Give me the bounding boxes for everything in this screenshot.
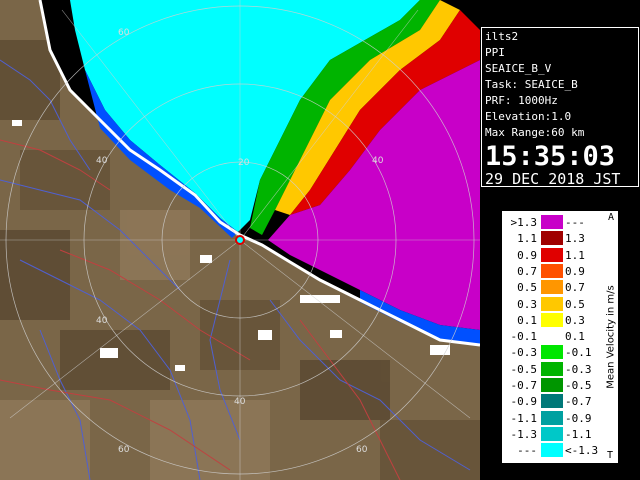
legend-left-value: -0.3 xyxy=(510,346,538,360)
max-range-value: Max Range:60 km xyxy=(485,126,585,139)
legend-left-value: -0.5 xyxy=(510,362,538,376)
scan-info-panel: ilts2 PPI SEAICE_B_V Task: SEAICE_B PRF:… xyxy=(481,27,639,187)
ring-label: 60 xyxy=(118,445,130,455)
legend-right-value: -0.7 xyxy=(565,395,592,409)
legend-right-value: 1.3 xyxy=(565,232,585,246)
legend-color-swatch xyxy=(541,426,563,441)
legend-color-swatch xyxy=(541,394,563,409)
scan-mode: PPI xyxy=(485,46,505,59)
legend-right-value: 0.9 xyxy=(565,264,585,278)
ring-label: 60 xyxy=(118,28,130,38)
radar-name: ilts2 xyxy=(485,30,519,43)
legend-row: >1.3 --- xyxy=(503,215,603,231)
legend-title-box: Mean Velocity in m/s xyxy=(604,212,618,462)
legend-left-value: 1.1 xyxy=(517,232,537,246)
legend-right-value: -0.3 xyxy=(565,362,592,376)
legend-row: 0.5 0.7 xyxy=(503,280,603,296)
legend-left-value: -0.1 xyxy=(510,330,538,344)
legend-left-value: 0.5 xyxy=(517,281,537,295)
elevation-value: Elevation:1.0 xyxy=(485,110,572,123)
legend-row: -0.3 -0.1 xyxy=(503,345,603,361)
velocity-legend: >1.3 --- 1.1 1.3 0.9 1.1 0.7 0.9 0.5 0.7 0.3 0.5 0.1… xyxy=(502,211,618,463)
legend-right-value: 0.3 xyxy=(565,313,585,327)
legend-right-value: --- xyxy=(565,216,585,229)
ring-label: 40 xyxy=(96,156,108,166)
legend-right-value: 0.5 xyxy=(565,297,585,311)
legend-color-swatch xyxy=(541,231,563,246)
legend-row: 0.1 0.3 xyxy=(503,312,603,329)
legend-right-value: -0.9 xyxy=(565,411,592,425)
ring-label: 40 xyxy=(96,316,108,326)
legend-row: 0.9 1.1 xyxy=(503,247,603,264)
legend-left-value: --- xyxy=(517,444,537,458)
legend-right-value: <-1.3 xyxy=(565,444,599,458)
task-name: Task: SEAICE_B xyxy=(485,78,578,91)
legend-color-swatch xyxy=(541,312,563,327)
legend-row: --- <-1.3 xyxy=(503,443,603,459)
legend-row: -1.3 -1.1 xyxy=(503,426,603,443)
legend-right-value: -0.1 xyxy=(565,346,592,360)
legend-right-value: 1.1 xyxy=(565,248,585,262)
legend-left-value: 0.7 xyxy=(517,264,537,278)
legend-color-swatch xyxy=(541,280,563,295)
legend-row: -0.7 -0.5 xyxy=(503,378,603,394)
legend-left-value: -1.1 xyxy=(510,411,538,425)
legend-color-swatch xyxy=(541,361,563,376)
radar-display: 20 40 60 40 40 40 60 60 ilts2 PPI SEAICE… xyxy=(0,0,640,480)
legend-right-value: 0.7 xyxy=(565,281,585,295)
product-name: SEAICE_B_V xyxy=(485,62,552,75)
legend-color-swatch xyxy=(541,296,563,311)
legend-color-swatch xyxy=(541,410,563,425)
legend-left-value: 0.9 xyxy=(517,248,537,262)
legend-left-value: 0.3 xyxy=(517,297,537,311)
legend-right-value: -0.5 xyxy=(565,379,592,392)
scan-date: 29 DEC 2018 JST xyxy=(485,170,621,188)
legend-title: Mean Velocity in m/s xyxy=(605,285,617,389)
legend-color-swatch xyxy=(541,263,563,278)
ring-label: 60 xyxy=(356,445,368,455)
legend-color-swatch xyxy=(541,329,563,344)
legend-right-value: -1.1 xyxy=(565,427,592,441)
legend-left-value: >1.3 xyxy=(510,216,538,229)
legend-left-value: -0.7 xyxy=(510,379,538,392)
legend-color-swatch xyxy=(541,247,563,262)
prf-value: PRF: 1000Hz xyxy=(485,94,558,107)
ring-label: 40 xyxy=(372,156,384,166)
legend-left-value: -1.3 xyxy=(510,427,538,441)
legend-row: 1.1 1.3 xyxy=(503,231,603,247)
legend-row: -0.9 -0.7 xyxy=(503,394,603,410)
legend-row: -0.1 0.1 xyxy=(503,329,603,345)
legend-bottom-mark: T xyxy=(606,450,613,461)
radar-ppi-map: 20 40 60 40 40 40 60 60 xyxy=(0,0,480,480)
scan-time: 15:35:03 xyxy=(485,141,616,172)
legend-color-swatch xyxy=(541,443,563,458)
radar-site-marker xyxy=(235,235,245,245)
legend-row: 0.7 0.9 xyxy=(503,263,603,280)
legend-left-value: -0.9 xyxy=(510,395,538,409)
legend-row: -0.5 -0.3 xyxy=(503,361,603,378)
legend-right-value: 0.1 xyxy=(565,330,585,344)
ring-label: 40 xyxy=(234,397,246,407)
legend-color-swatch xyxy=(541,345,563,360)
legend-color-swatch xyxy=(541,378,563,392)
legend-color-swatch xyxy=(541,215,563,229)
legend-row: 0.3 0.5 xyxy=(503,296,603,313)
legend-row: -1.1 -0.9 xyxy=(503,410,603,427)
ring-label: 20 xyxy=(238,158,250,168)
legend-left-value: 0.1 xyxy=(517,313,537,327)
